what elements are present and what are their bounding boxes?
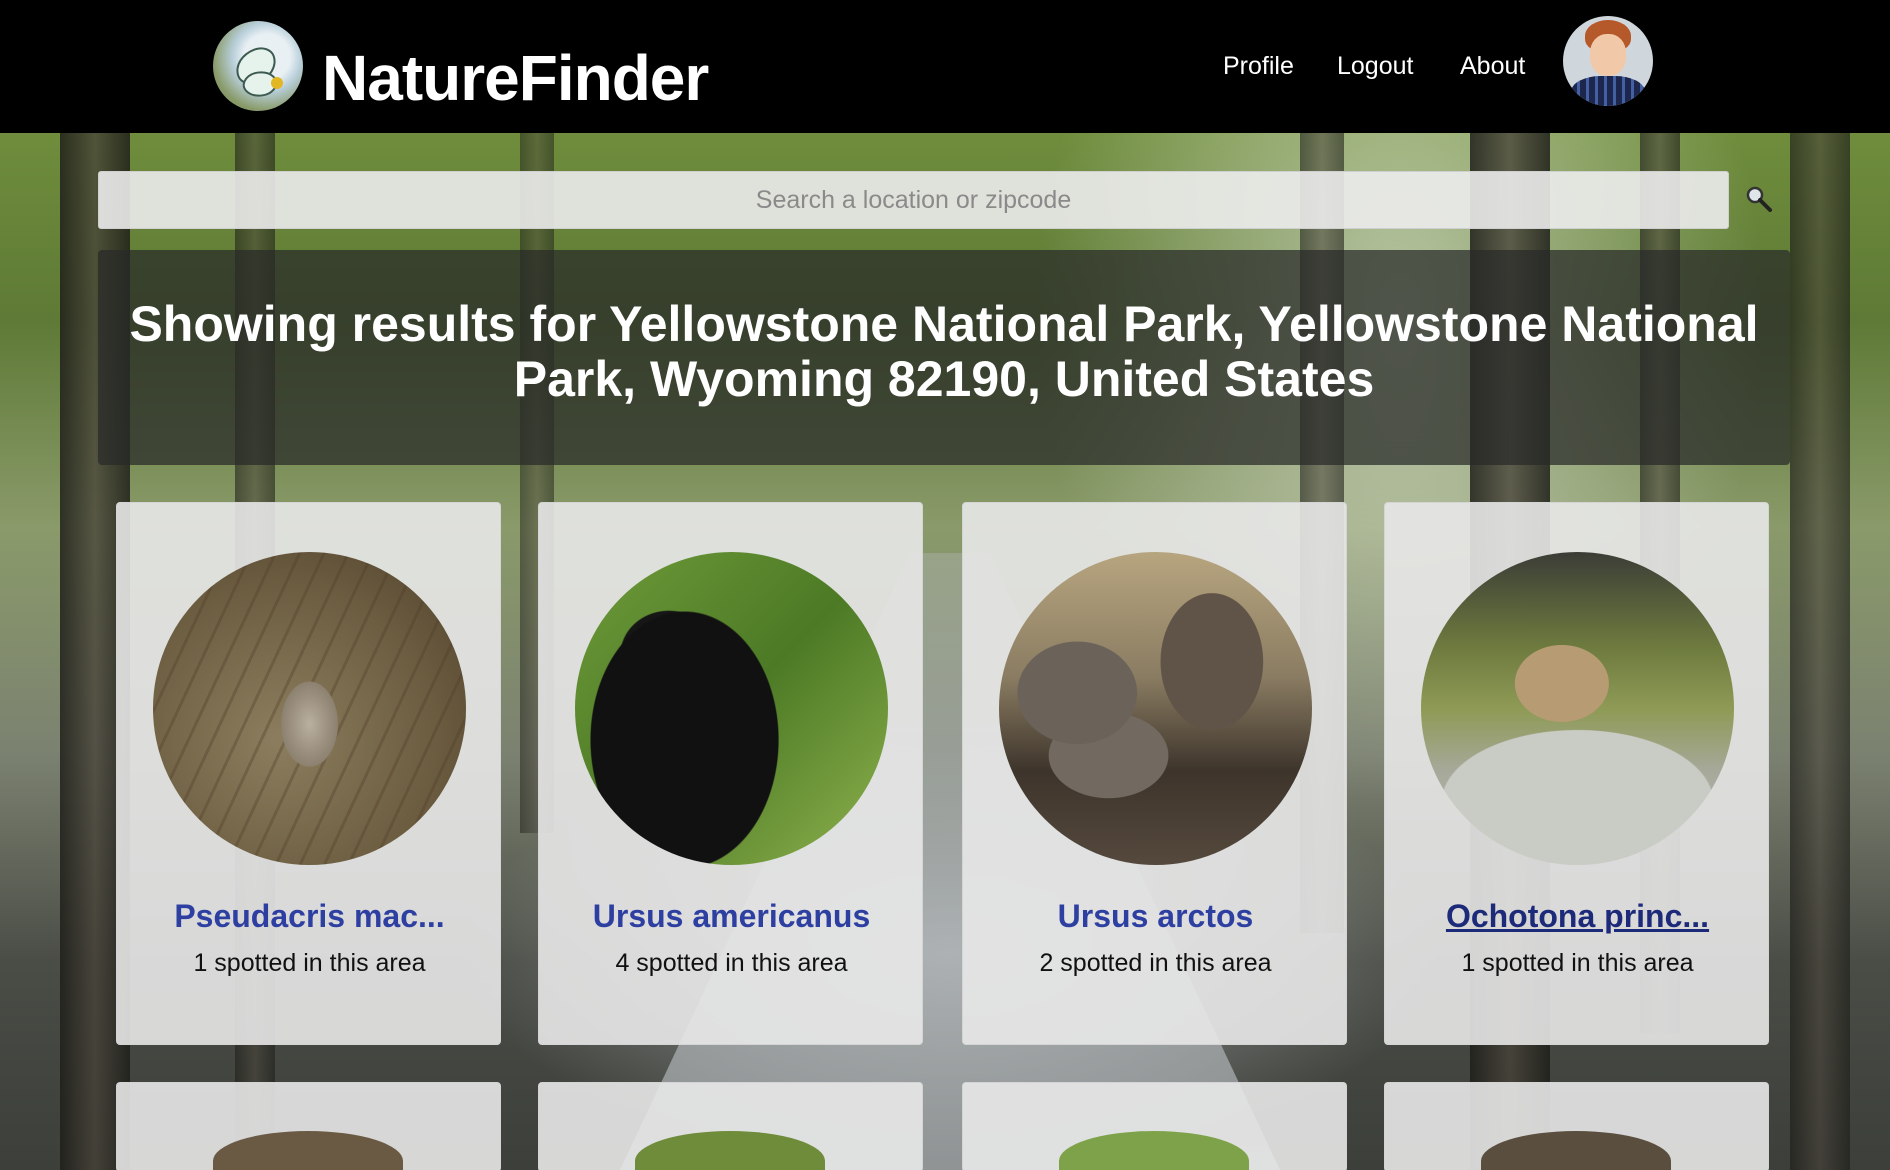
species-card[interactable] bbox=[962, 1082, 1347, 1170]
results-heading: Showing results for Yellowstone National… bbox=[129, 295, 1759, 407]
spotted-count: 1 spotted in this area bbox=[1461, 949, 1694, 977]
species-photo[interactable] bbox=[1481, 1131, 1671, 1170]
species-name-link[interactable]: Pseudacris mac... bbox=[117, 898, 502, 935]
spotted-count: 4 spotted in this area bbox=[615, 949, 848, 977]
nav-about-link[interactable]: About bbox=[1460, 46, 1525, 86]
species-card[interactable] bbox=[1384, 1082, 1769, 1170]
app-title[interactable]: NatureFinder bbox=[322, 38, 709, 118]
species-photo[interactable] bbox=[1059, 1131, 1249, 1170]
nav-logout-link[interactable]: Logout bbox=[1337, 46, 1413, 86]
species-photo[interactable] bbox=[635, 1131, 825, 1170]
species-card[interactable]: Pseudacris mac... 1 spotted in this area bbox=[116, 502, 501, 1045]
location-search-input[interactable] bbox=[98, 171, 1729, 229]
species-name-link[interactable]: Ursus americanus bbox=[539, 898, 924, 935]
species-name-link[interactable]: Ochotona princ... bbox=[1385, 898, 1770, 935]
species-card[interactable]: Ursus americanus 4 spotted in this area bbox=[538, 502, 923, 1045]
species-photo[interactable] bbox=[999, 552, 1312, 865]
species-name-link[interactable]: Ursus arctos bbox=[963, 898, 1348, 935]
species-photo[interactable] bbox=[153, 552, 466, 865]
results-banner: Showing results for Yellowstone National… bbox=[98, 250, 1790, 465]
magnifier-icon[interactable] bbox=[1744, 184, 1774, 214]
species-photo[interactable] bbox=[575, 552, 888, 865]
butterfly-logo[interactable] bbox=[213, 21, 303, 111]
species-photo[interactable] bbox=[213, 1131, 403, 1170]
species-card[interactable] bbox=[116, 1082, 501, 1170]
spotted-count: 1 spotted in this area bbox=[193, 949, 426, 977]
user-avatar[interactable] bbox=[1563, 16, 1653, 106]
nav-profile-link[interactable]: Profile bbox=[1223, 46, 1294, 86]
top-nav-bar: NatureFinder Profile Logout About bbox=[0, 0, 1890, 133]
species-card[interactable] bbox=[538, 1082, 923, 1170]
spotted-count: 2 spotted in this area bbox=[1039, 949, 1272, 977]
species-photo[interactable] bbox=[1421, 552, 1734, 865]
species-card[interactable]: Ursus arctos 2 spotted in this area bbox=[962, 502, 1347, 1045]
species-card[interactable]: Ochotona princ... 1 spotted in this area bbox=[1384, 502, 1769, 1045]
